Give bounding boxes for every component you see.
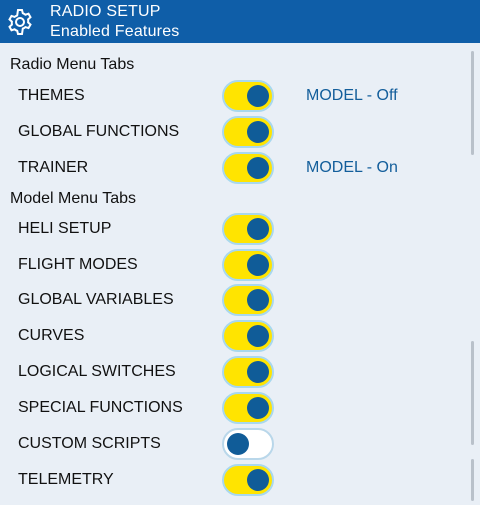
item-label-themes: THEMES [18, 87, 85, 104]
status-trainer: MODEL - On [306, 159, 398, 176]
item-label-flight-modes: FLIGHT MODES [18, 256, 138, 273]
scrollbar-segment[interactable] [471, 459, 474, 501]
item-label-trainer: TRAINER [18, 159, 89, 176]
item-label-heli-setup: HELI SETUP [18, 220, 112, 237]
header-bar: RADIO SETUP Enabled Features [0, 0, 480, 43]
item-label-special-functions: SPECIAL FUNCTIONS [18, 399, 183, 416]
scrollbar-thumb[interactable] [471, 51, 474, 155]
item-label-telemetry: TELEMETRY [18, 471, 114, 488]
toggle-knob [227, 433, 249, 455]
toggle-knob [247, 85, 269, 107]
toggle-special-functions[interactable] [222, 392, 274, 424]
item-label-curves: CURVES [18, 327, 85, 344]
toggle-knob [247, 218, 269, 240]
toggle-telemetry[interactable] [222, 464, 274, 496]
toggle-knob [247, 361, 269, 383]
section-model-menu-tabs: Model Menu Tabs [10, 190, 136, 207]
toggle-flight-modes[interactable] [222, 249, 274, 281]
toggle-themes[interactable] [222, 80, 274, 112]
item-label-global-functions: GLOBAL FUNCTIONS [18, 123, 180, 140]
gear-icon[interactable] [0, 0, 40, 43]
item-label-custom-scripts: CUSTOM SCRIPTS [18, 435, 161, 452]
item-label-logical-switches: LOGICAL SWITCHES [18, 363, 176, 380]
toggle-global-functions[interactable] [222, 116, 274, 148]
scrollbar-segment[interactable] [471, 341, 474, 445]
page-subtitle: Enabled Features [50, 23, 180, 40]
toggle-knob [247, 469, 269, 491]
settings-list: Radio Menu Tabs THEMES MODEL - Off GLOBA… [0, 43, 480, 505]
status-themes: MODEL - Off [306, 87, 398, 104]
toggle-trainer[interactable] [222, 152, 274, 184]
toggle-knob [247, 157, 269, 179]
toggle-knob [247, 121, 269, 143]
toggle-knob [247, 397, 269, 419]
toggle-global-variables[interactable] [222, 284, 274, 316]
page-title: RADIO SETUP [50, 3, 161, 20]
toggle-curves[interactable] [222, 320, 274, 352]
toggle-knob [247, 325, 269, 347]
toggle-logical-switches[interactable] [222, 356, 274, 388]
toggle-knob [247, 289, 269, 311]
toggle-knob [247, 254, 269, 276]
section-radio-menu-tabs: Radio Menu Tabs [10, 56, 135, 73]
toggle-heli-setup[interactable] [222, 213, 274, 245]
item-label-global-variables: GLOBAL VARIABLES [18, 291, 174, 308]
toggle-custom-scripts[interactable] [222, 428, 274, 460]
